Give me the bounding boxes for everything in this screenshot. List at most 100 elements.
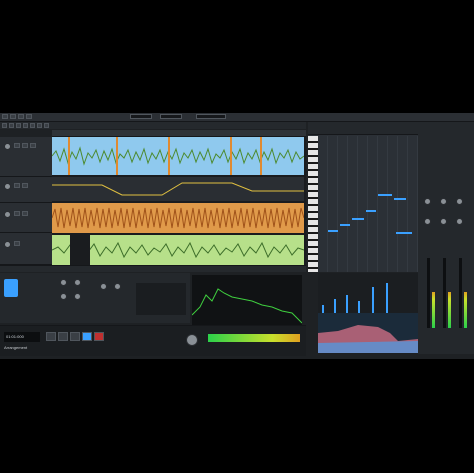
piano-keyboard[interactable] bbox=[308, 136, 318, 272]
stop-button[interactable] bbox=[70, 332, 80, 341]
tool-button[interactable] bbox=[9, 123, 14, 128]
mixer-panel bbox=[418, 122, 474, 354]
track-header[interactable] bbox=[0, 203, 52, 233]
track-header[interactable] bbox=[0, 137, 52, 177]
velocity-bar[interactable] bbox=[322, 305, 324, 313]
pan-knob[interactable] bbox=[424, 218, 431, 225]
master-knob[interactable] bbox=[186, 334, 198, 346]
tool-button[interactable] bbox=[2, 123, 7, 128]
pan-knob[interactable] bbox=[440, 218, 447, 225]
solo-button[interactable] bbox=[22, 211, 28, 216]
effect-knob[interactable] bbox=[100, 283, 107, 290]
tool-button[interactable] bbox=[44, 123, 49, 128]
midi-note[interactable] bbox=[328, 230, 338, 232]
spectrum-graph bbox=[192, 288, 302, 324]
plugin-list[interactable] bbox=[136, 283, 186, 315]
mute-button[interactable] bbox=[14, 183, 20, 188]
send-knob[interactable] bbox=[424, 198, 431, 205]
volume-knob[interactable] bbox=[4, 241, 11, 248]
level-meter bbox=[432, 292, 435, 328]
play-button[interactable] bbox=[82, 332, 92, 341]
effect-knob[interactable] bbox=[74, 279, 81, 286]
piano-roll-header bbox=[308, 122, 418, 135]
velocity-bar[interactable] bbox=[334, 299, 336, 313]
tool-button[interactable] bbox=[23, 123, 28, 128]
mode-label: Arrangement bbox=[4, 345, 28, 350]
piano-roll[interactable] bbox=[308, 122, 418, 272]
mute-button[interactable] bbox=[14, 211, 20, 216]
record-button[interactable] bbox=[94, 332, 104, 341]
send-knob[interactable] bbox=[440, 198, 447, 205]
clip-marker[interactable] bbox=[116, 137, 118, 175]
spectrum-analyzer[interactable] bbox=[192, 275, 302, 325]
effect-knob[interactable] bbox=[60, 293, 67, 300]
midi-note[interactable] bbox=[394, 198, 406, 200]
clip-marker[interactable] bbox=[260, 137, 262, 175]
toolbar-field[interactable] bbox=[160, 114, 182, 119]
note-grid[interactable] bbox=[318, 136, 418, 272]
audio-clip[interactable] bbox=[52, 137, 304, 175]
arrangement-area[interactable] bbox=[52, 137, 306, 265]
tool-button[interactable] bbox=[37, 123, 42, 128]
effect-knob[interactable] bbox=[114, 283, 121, 290]
eq-display[interactable] bbox=[318, 313, 418, 353]
pan-knob[interactable] bbox=[456, 218, 463, 225]
toolbar-field[interactable] bbox=[196, 114, 226, 119]
solo-button[interactable] bbox=[22, 183, 28, 188]
clip-gap bbox=[70, 235, 90, 265]
arrangement-scrollbar[interactable] bbox=[0, 265, 306, 272]
timeline-ruler[interactable] bbox=[52, 130, 306, 137]
toolbar-button[interactable] bbox=[10, 114, 16, 119]
tool-button[interactable] bbox=[30, 123, 35, 128]
toolbar-field[interactable] bbox=[130, 114, 152, 119]
velocity-bar[interactable] bbox=[346, 295, 348, 313]
audio-clip[interactable] bbox=[52, 203, 304, 233]
plugin-panel bbox=[0, 273, 190, 323]
transport-bar: 01:01:000 Arrangement bbox=[0, 325, 306, 356]
track-header[interactable] bbox=[0, 233, 52, 265]
midi-note[interactable] bbox=[352, 218, 364, 220]
preset-display[interactable] bbox=[4, 279, 18, 297]
forward-button[interactable] bbox=[58, 332, 68, 341]
top-toolbar bbox=[0, 113, 474, 122]
volume-knob[interactable] bbox=[4, 183, 11, 190]
audio-clip[interactable] bbox=[52, 235, 304, 265]
velocity-bar[interactable] bbox=[372, 287, 374, 313]
channel-fader[interactable] bbox=[427, 258, 430, 328]
clip-marker[interactable] bbox=[68, 137, 70, 175]
toolbar-button[interactable] bbox=[26, 114, 32, 119]
waveform bbox=[52, 207, 304, 229]
clip-marker[interactable] bbox=[230, 137, 232, 175]
record-arm-button[interactable] bbox=[30, 143, 36, 148]
level-meter bbox=[448, 292, 451, 328]
solo-button[interactable] bbox=[22, 143, 28, 148]
waveform bbox=[52, 146, 304, 166]
tool-button[interactable] bbox=[16, 123, 21, 128]
velocity-lane[interactable] bbox=[318, 273, 418, 313]
channel-fader[interactable] bbox=[443, 258, 446, 328]
midi-note[interactable] bbox=[396, 232, 412, 234]
midi-note[interactable] bbox=[340, 224, 350, 226]
channel-fader[interactable] bbox=[459, 258, 462, 328]
toolbar-button[interactable] bbox=[18, 114, 24, 119]
automation-curve bbox=[52, 182, 304, 196]
clip-marker[interactable] bbox=[168, 137, 170, 175]
volume-knob[interactable] bbox=[4, 143, 11, 150]
automation-lane[interactable] bbox=[52, 177, 304, 201]
track-header[interactable] bbox=[0, 177, 52, 203]
effect-knob[interactable] bbox=[74, 293, 81, 300]
midi-note[interactable] bbox=[366, 210, 376, 212]
velocity-bar[interactable] bbox=[358, 301, 360, 313]
effect-knob[interactable] bbox=[60, 279, 67, 286]
daw-window: 01:01:000 Arrangement bbox=[0, 113, 474, 359]
mute-button[interactable] bbox=[14, 241, 20, 246]
eq-curve bbox=[318, 325, 418, 353]
level-meter bbox=[464, 292, 467, 328]
rewind-button[interactable] bbox=[46, 332, 56, 341]
velocity-bar[interactable] bbox=[386, 283, 388, 313]
mute-button[interactable] bbox=[14, 143, 20, 148]
toolbar-button[interactable] bbox=[2, 114, 8, 119]
send-knob[interactable] bbox=[456, 198, 463, 205]
volume-knob[interactable] bbox=[4, 211, 11, 218]
midi-note[interactable] bbox=[378, 194, 392, 196]
